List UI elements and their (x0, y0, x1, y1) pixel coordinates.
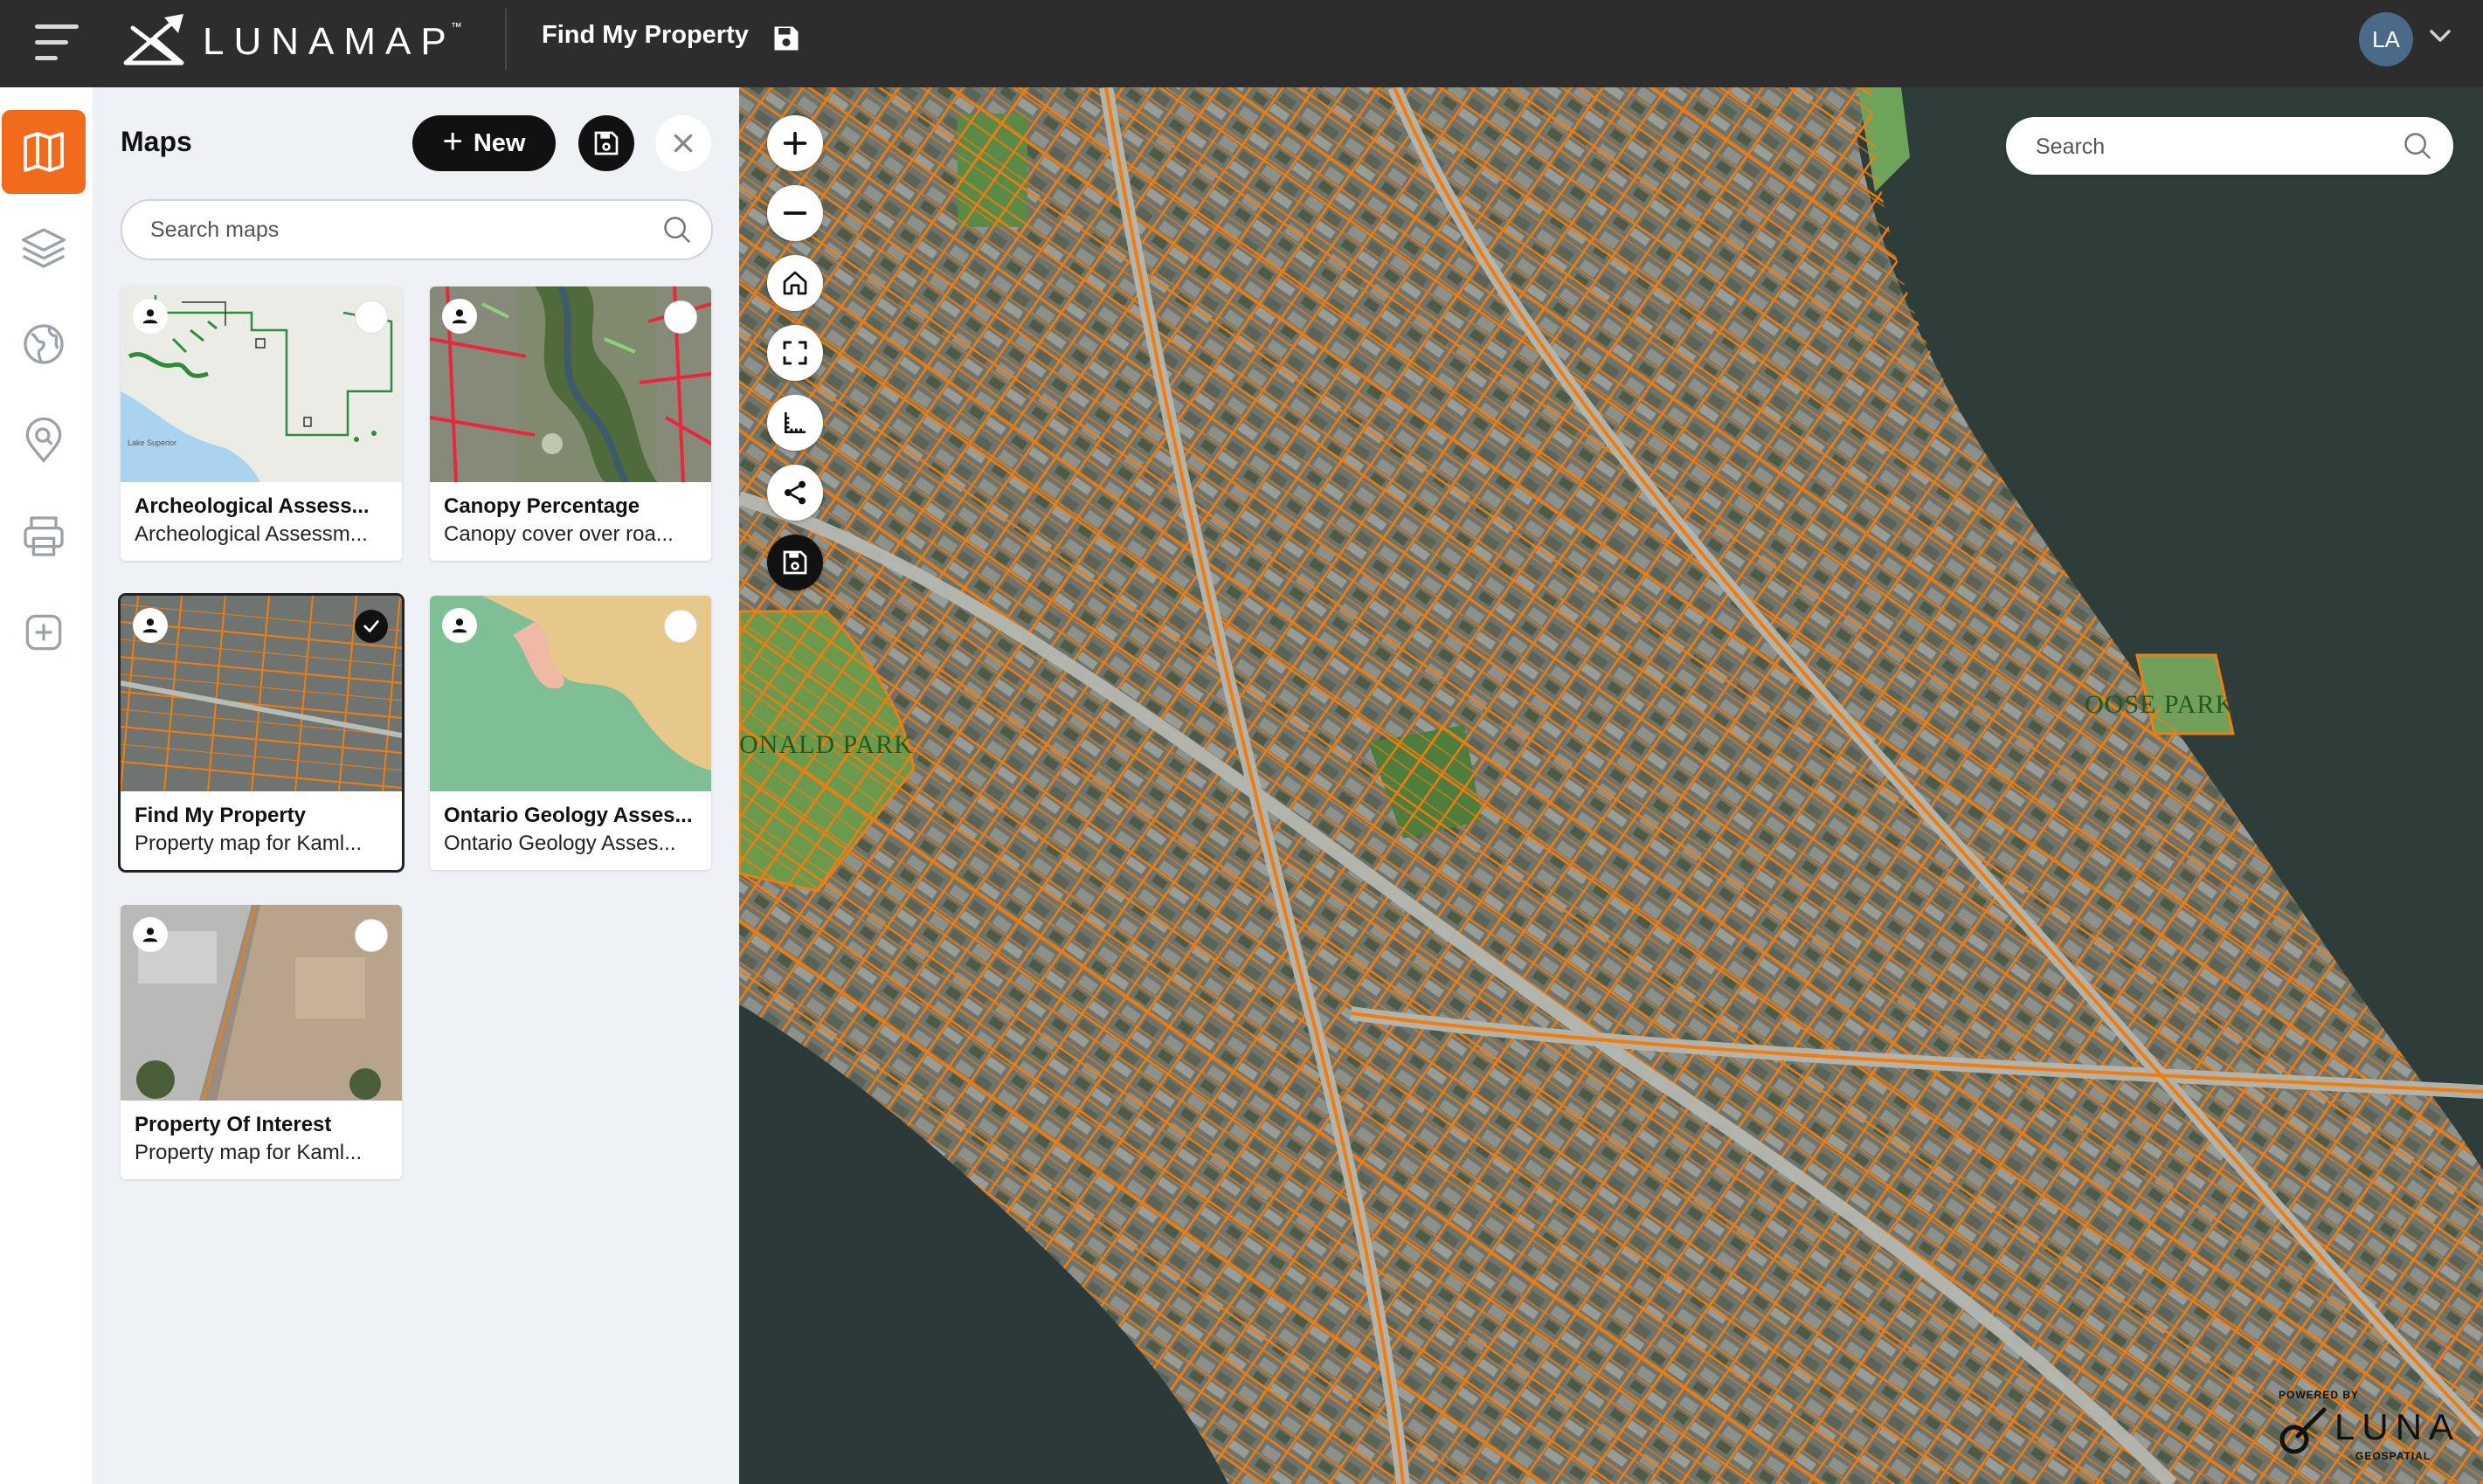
add-icon[interactable] (2, 590, 86, 674)
close-icon (674, 134, 693, 153)
app-logo[interactable]: LUNAMAP ™ (121, 10, 467, 73)
user-avatar[interactable]: LA (2359, 12, 2413, 66)
owner-icon (133, 608, 168, 643)
map-search-field[interactable] (2006, 117, 2453, 175)
share-icon[interactable] (767, 465, 823, 521)
save-icon[interactable] (767, 535, 823, 590)
map-card[interactable]: Lake Superior Archeological Assess... Ar… (121, 286, 402, 561)
card-title: Archeological Assess... (135, 494, 370, 518)
map-card[interactable]: Canopy Percentage Canopy cover over roa.… (430, 286, 711, 561)
select-checkbox-checked[interactable] (355, 610, 388, 643)
owner-icon (442, 299, 477, 334)
card-description: Canopy cover over roa... (444, 522, 674, 546)
fullscreen-icon[interactable] (767, 325, 823, 381)
measure-icon[interactable] (767, 395, 823, 451)
luna-text: LUNA (2334, 1406, 2461, 1447)
select-checkbox[interactable] (355, 300, 388, 334)
search-location-icon[interactable] (2, 398, 86, 482)
map-search-input[interactable] (2034, 129, 2387, 164)
park-label: ONALD PARK (739, 730, 914, 759)
geospatial-text: GEOSPATIAL (2355, 1450, 2431, 1462)
chevron-down-icon[interactable] (2427, 26, 2453, 47)
zoom-out-icon[interactable] (767, 185, 823, 241)
maps-panel: Maps + New Lake Supe (93, 87, 739, 1484)
luna-logo-icon (2279, 1407, 2327, 1454)
search-maps-field[interactable] (121, 199, 713, 260)
search-icon[interactable] (661, 213, 694, 246)
card-description: Archeological Assessm... (135, 522, 368, 546)
logo-text: LUNAMAP (203, 20, 456, 63)
satellite-basemap (739, 87, 2483, 1484)
card-description: Ontario Geology Asses... (444, 832, 676, 855)
card-title: Ontario Geology Asses... (444, 804, 693, 827)
divider (505, 9, 507, 70)
save-icon[interactable] (771, 23, 802, 54)
new-label: New (473, 128, 526, 157)
layers-icon[interactable] (2, 206, 86, 290)
owner-icon (442, 608, 477, 643)
maps-icon[interactable] (2, 110, 86, 194)
card-description: Property map for Kaml... (135, 1141, 363, 1164)
card-title: Find My Property (135, 804, 307, 827)
print-icon[interactable] (2, 494, 86, 578)
select-checkbox[interactable] (664, 300, 697, 334)
globe-icon[interactable] (2, 302, 86, 386)
lunamap-logo-icon (123, 14, 184, 66)
powered-by-luna-logo: POWERED BY LUNA GEOSPATIAL (2279, 1389, 2462, 1476)
thumb-label: Lake Superior (128, 438, 176, 447)
card-title: Canopy Percentage (444, 494, 640, 518)
plus-icon: + (442, 122, 463, 161)
top-bar: LUNAMAP ™ Find My Property LA (0, 0, 2483, 87)
menu-icon[interactable] (35, 23, 79, 63)
icon-rail (0, 87, 93, 1484)
map-card[interactable]: Property Of Interest Property map for Ka… (121, 905, 402, 1179)
close-panel-button[interactable] (655, 115, 711, 171)
card-description: Property map for Kaml... (135, 832, 363, 855)
panel-title: Maps (121, 126, 192, 157)
select-checkbox[interactable] (664, 610, 697, 643)
new-map-button[interactable]: + New (412, 115, 556, 171)
map-card[interactable]: Ontario Geology Asses... Ontario Geology… (430, 596, 711, 870)
owner-icon (133, 917, 168, 952)
select-checkbox[interactable] (355, 919, 388, 952)
map-title: Find My Property (542, 21, 749, 49)
checkmark-icon (363, 620, 379, 632)
map-canvas[interactable]: ONALD PARK OOSE PARK POWERED BY LUNA GEO… (739, 87, 2483, 1484)
owner-icon (133, 299, 168, 334)
map-card-selected[interactable]: Find My Property Property map for Kaml..… (118, 593, 405, 873)
park-label: OOSE PARK (2085, 690, 2236, 719)
save-icon (594, 131, 619, 155)
powered-by-text: POWERED BY (2279, 1389, 2360, 1401)
zoom-in-icon[interactable] (767, 115, 823, 171)
search-maps-input[interactable] (149, 211, 641, 248)
search-icon[interactable] (2401, 129, 2434, 162)
home-icon[interactable] (767, 255, 823, 311)
logo-trademark: ™ (450, 19, 462, 33)
save-map-button[interactable] (578, 115, 634, 171)
card-title: Property Of Interest (135, 1113, 332, 1136)
